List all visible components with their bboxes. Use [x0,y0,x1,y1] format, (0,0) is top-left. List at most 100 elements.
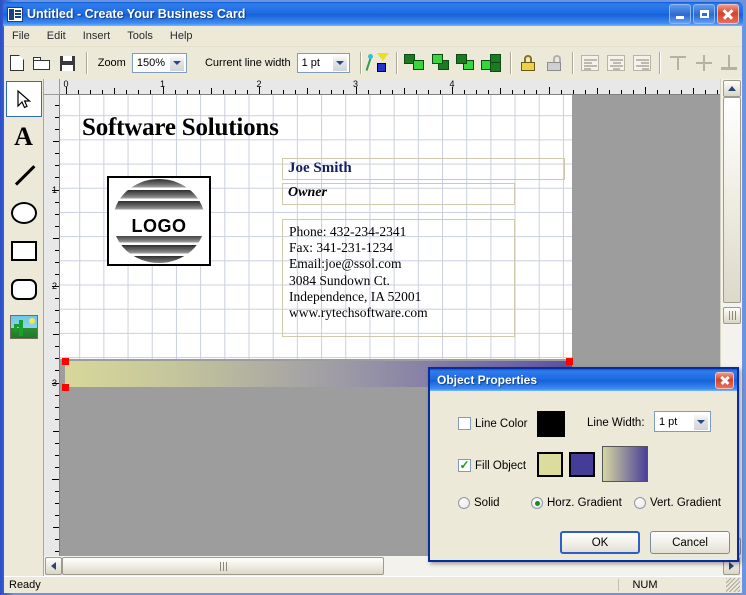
vertical-scroll-thumb[interactable] [723,97,741,303]
scroll-page-button[interactable] [723,307,741,324]
send-to-back-button[interactable] [429,51,453,75]
object-properties-dialog[interactable]: Object Properties Line Color Line Width:… [428,367,739,562]
lock-button[interactable] [517,51,541,75]
unlock-button[interactable] [542,51,566,75]
solid-option-row[interactable]: Solid [458,497,500,509]
bring-forward-icon [455,53,477,73]
horz-gradient-option-row[interactable]: Horz. Gradient [531,497,622,509]
ruler-subtick [427,90,429,94]
dialog-line-width-label: Line Width: [587,417,645,429]
resize-handle-top-left[interactable] [62,358,69,365]
contact-textbox[interactable]: Phone: 432-234-2341 Fax: 341-231-1234 Em… [282,219,515,337]
align-left-button[interactable] [579,51,603,75]
menu-item-insert[interactable]: Insert [75,28,119,44]
resize-grip-icon[interactable] [726,578,740,592]
vert-gradient-option-row[interactable]: Vert. Gradient [634,497,721,509]
ruler-subtick [78,90,80,94]
align-top-button[interactable] [666,51,690,75]
menu-item-tools[interactable]: Tools [119,28,161,44]
menu-item-help[interactable]: Help [162,28,201,44]
ruler-subtick [55,261,59,263]
chevron-down-icon[interactable] [168,54,185,72]
new-button[interactable] [5,51,29,75]
align-top-icon [669,54,687,72]
bring-to-front-button[interactable] [403,51,427,75]
horizontal-ruler: 0 1 2 3 4 [60,79,720,95]
ruler-subtick [174,90,176,94]
job-title-textbox[interactable]: Owner [282,183,515,205]
dialog-line-width-combo[interactable]: 1 pt [654,411,711,432]
ruler-label: 3 [352,79,359,89]
align-center-icon [607,55,625,71]
fill-color-2-swatch[interactable] [569,452,595,477]
ruler-subtick [55,503,59,505]
logo-object[interactable]: LOGO [107,176,211,266]
ruler-subtick [55,515,59,517]
sidebar-item-rounded-rectangle-tool[interactable] [6,271,42,307]
vert-gradient-radio[interactable] [634,497,646,509]
fill-object-checkbox[interactable]: ✓ [458,459,471,472]
scroll-left-button[interactable] [45,557,62,575]
ruler-subtick [500,88,502,94]
line-width-combo[interactable]: 1 pt [296,53,350,73]
send-backward-button[interactable] [480,51,504,75]
menu-bar: File Edit Insert Tools Help [4,26,742,47]
open-button[interactable] [31,51,55,75]
chevron-down-icon[interactable] [693,412,709,431]
open-folder-icon [33,56,51,70]
save-button[interactable] [56,51,80,75]
horz-gradient-radio[interactable] [531,497,543,509]
arrow-icon [16,89,31,109]
solid-radio[interactable] [458,497,470,509]
resize-handle-top-right[interactable] [566,358,573,365]
title-bar: Untitled - Create Your Business Card [3,2,743,26]
ruler-subtick [584,90,586,94]
window-controls [669,4,743,24]
sidebar-item-line-tool[interactable] [6,157,42,193]
maximize-button[interactable] [693,4,715,24]
wizard-button[interactable] [365,51,391,75]
ruler-subtick [102,90,104,94]
ruler-subtick [608,90,610,94]
ruler-label: 2 [51,281,57,291]
chevron-down-icon[interactable] [331,54,348,72]
fill-color-1-swatch[interactable] [537,452,563,477]
zoom-combo[interactable]: 150% [131,53,187,73]
scroll-up-button[interactable] [723,80,741,97]
align-middle-button[interactable] [692,51,716,75]
line-color-checkbox[interactable] [458,417,471,430]
align-bottom-button[interactable] [718,51,742,75]
dialog-close-button[interactable] [715,371,734,389]
align-center-button[interactable] [604,51,628,75]
bring-forward-button[interactable] [454,51,478,75]
ruler-subtick [234,90,236,94]
lock-open-icon [546,55,561,71]
menu-item-file[interactable]: File [4,28,38,44]
ruler-subtick [198,90,200,94]
card-title-text[interactable]: Software Solutions [82,114,279,142]
sidebar-item-rectangle-tool[interactable] [6,233,42,269]
align-right-button[interactable] [630,51,654,75]
line-color-swatch[interactable] [537,411,565,437]
close-button[interactable] [717,4,739,24]
sidebar-item-text-tool[interactable]: A [6,119,42,155]
sidebar-item-ellipse-tool[interactable] [6,195,42,231]
vertical-ruler: 1 2 3 [44,95,60,556]
rounded-rectangle-icon [10,278,37,300]
name-textbox[interactable]: Joe Smith [282,158,565,180]
minimize-button[interactable] [669,4,691,24]
dialog-body: Line Color Line Width: 1 pt ✓ Fill Objec… [430,391,737,562]
cancel-button[interactable]: Cancel [650,531,730,554]
lock-closed-icon [521,55,536,71]
resize-handle-bottom-left[interactable] [62,384,69,391]
sidebar-item-select-tool[interactable] [5,81,42,117]
menu-item-edit[interactable]: Edit [39,28,74,44]
send-to-back-icon [430,53,452,73]
horizontal-scroll-thumb[interactable] [62,557,384,575]
ok-button[interactable]: OK [560,531,640,554]
fill-preview [602,446,648,482]
ruler-subtick [55,358,59,360]
business-card-page[interactable]: Software Solutions LOGO Joe Smith Owner … [60,95,573,391]
sidebar-item-image-tool[interactable] [5,309,42,345]
ruler-subtick [222,90,224,94]
